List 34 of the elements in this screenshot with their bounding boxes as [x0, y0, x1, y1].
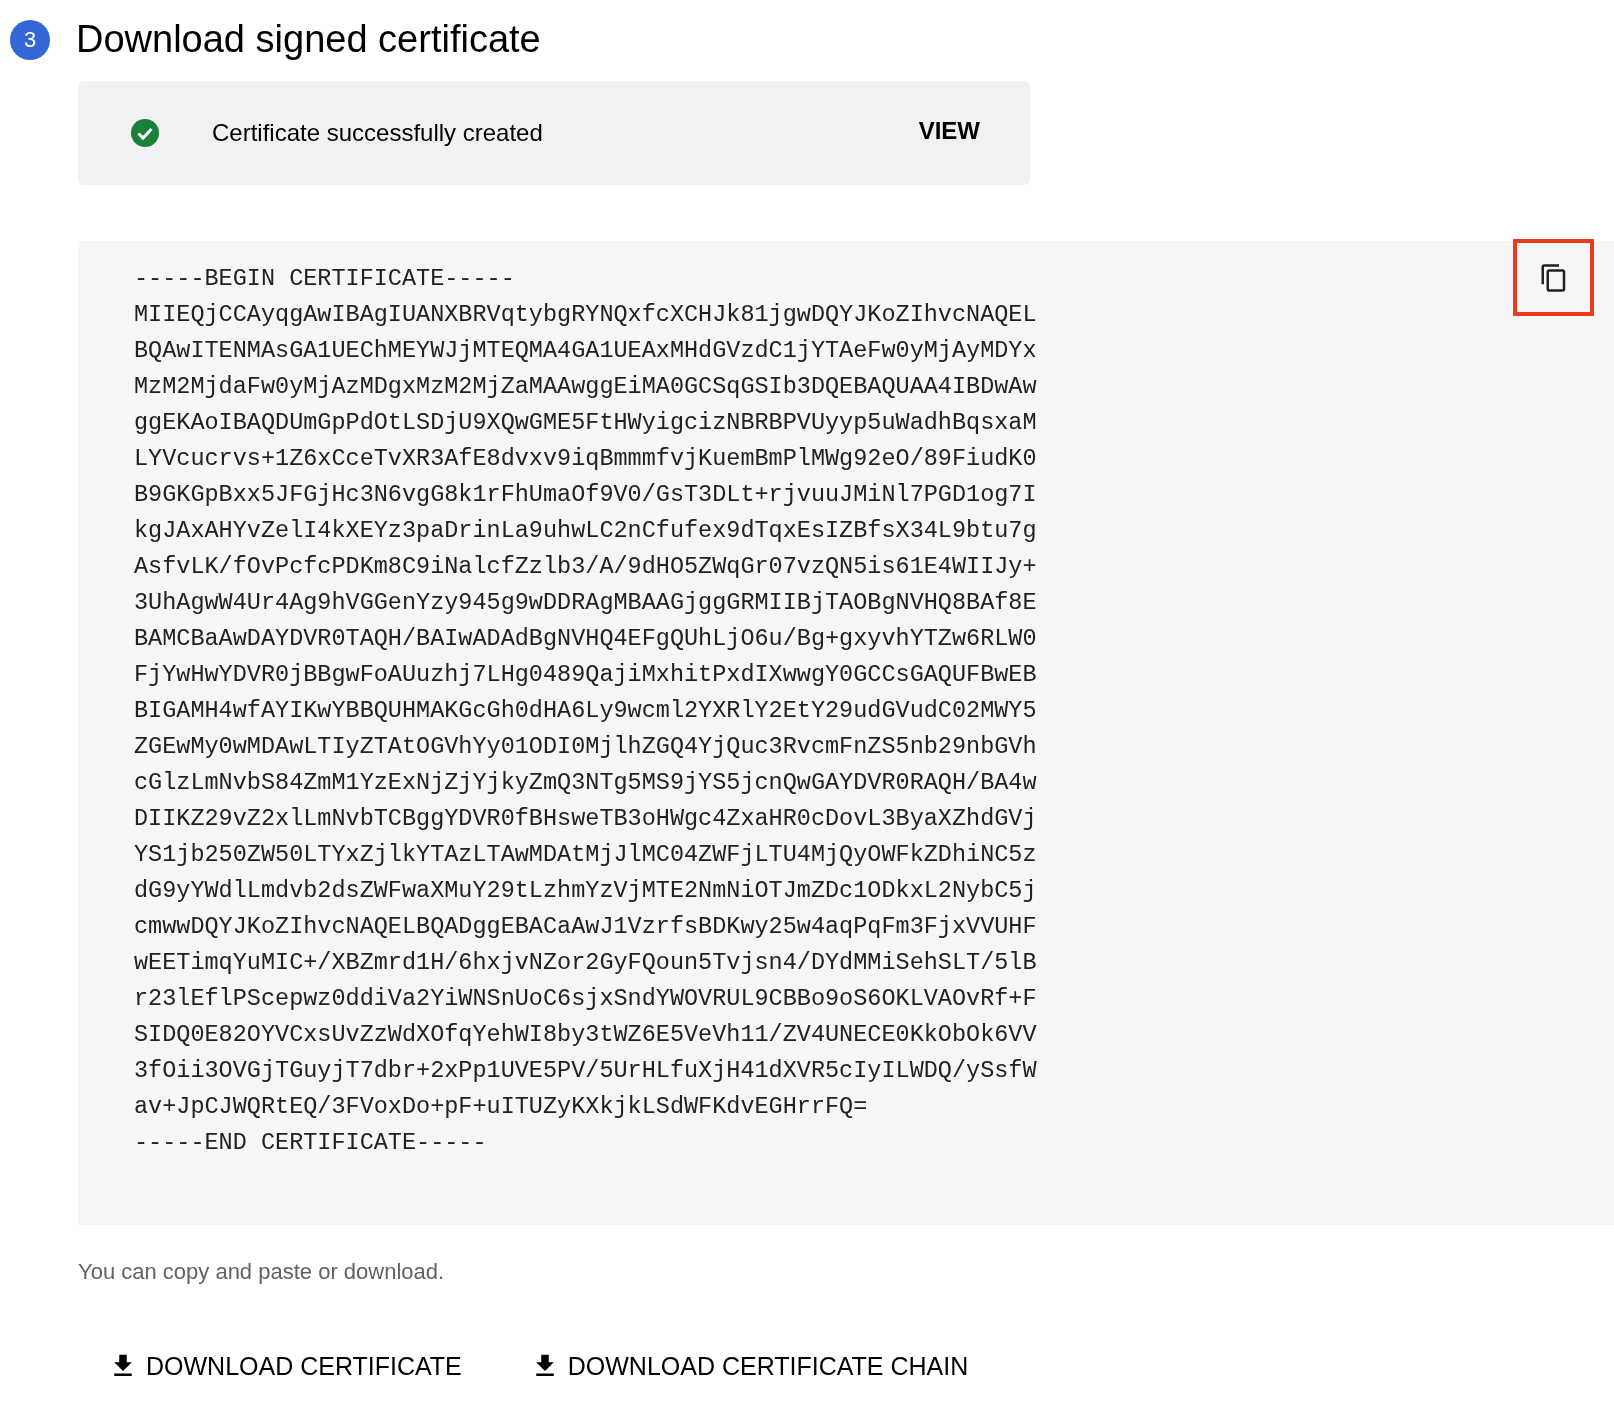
certificate-line: DIIKZ29vZ2xlLmNvbTCBggYDVR0fBHsweTB3oHWgc4ZxaHR0cDovL3ByaXZhdGVj — [134, 804, 1037, 834]
certificate-line: BQAwITENMAsGA1UEChMEYWJjMTEQMA4GA1UEAxMHdGVzdC1jYTAeFw0yMjAyMDYx — [134, 336, 1037, 366]
copy-button[interactable] — [1513, 239, 1594, 316]
certificate-line: 3UhAgwW4Ur4Ag9hVGGenYzy945g9wDDRAgMBAAGjggGRMIIBjTAOBgNVHQ8BAf8E — [134, 588, 1037, 618]
certificate-line: BIGAMH4wfAYIKwYBBQUHMAKGcGh0dHA6Ly9wcml2YXRlY2EtY29udGVudC02MWY5 — [134, 696, 1037, 726]
certificate-line: BAMCBaAwDAYDVR0TAQH/BAIwADAdBgNVHQ4EFgQUhLjO6u/Bg+gxyvhYTZw6RLW0 — [134, 624, 1037, 654]
certificate-line: ggEKAoIBAQDUmGpPdOtLSDjU9XQwGME5FtHWyigcizNBRBPVUyyp5uWadhBqsxaM — [134, 408, 1037, 438]
banner-message: Certificate successfully created — [212, 119, 544, 147]
hint-text: You can copy and paste or download. — [78, 1259, 446, 1285]
certificate-line: wEETimqYuMIC+/XBZmrd1H/6hxjvNZor2GyFQoun5Tvjsn4/DYdMMiSehSLT/5lB — [134, 948, 1037, 978]
check-icon — [131, 119, 159, 147]
certificate-line: 3fOii3OVGjTGuyjT7dbr+2xPp1UVE5PV/5UrHLfuXjH41dXVR5cIyILWDQ/ySsfW — [134, 1056, 1037, 1086]
certificate-line: dG9yYWdlLmdvb2dsZWFwaXMuY29tLzhmYzVjMTE2NmNiOTJmZDc1ODkxL2NybC5j — [134, 876, 1037, 906]
certificate-line: cGlzLmNvbS84ZmM1YzExNjZjYjkyZmQ3NTg5MS9jYS5jcnQwGAYDVR0RAQH/BA4w — [134, 768, 1037, 798]
certificate-line: YS1jb250ZW50LTYxZjlkYTAzLTAwMDAtMjJlMC04ZWFjLTU4MjQyOWFkZDhiNC5z — [134, 840, 1037, 870]
certificate-line: AsfvLK/fOvPcfcPDKm8C9iNalcfZzlb3/A/9dHO5ZWqGr07vzQN5is61E4WIIJy+ — [134, 552, 1037, 582]
certificate-line: MIIEQjCCAyqgAwIBAgIUANXBRVqtybgRYNQxfcXCHJk81jgwDQYJKoZIhvcNAQEL — [134, 300, 1037, 330]
download-button[interactable]: DOWNLOAD CERTIFICATE — [104, 1347, 466, 1385]
certificate-line: B9GKGpBxx5JFGjHc3N6vgG8k1rFhUmaOf9V0/GsT3DLt+rjvuuJMiNl7PGD1og7I — [134, 480, 1037, 510]
certificate-line: kgJAxAHYvZelI4kXEYz3paDrinLa9uhwLC2nCfufex9dTqxEsIZBfsX34L9btu7g — [134, 516, 1037, 546]
certificate-line: MzM2MjdaFw0yMjAzMDgxMzM2MjZaMAAwggEiMA0GCSqGSIb3DQEBAQUAA4IBDwAw — [134, 372, 1037, 402]
certificate-line: LYVcucrvs+1Z6xCceTvXR3AfE8dvxv9iqBmmmfvjKuemBmPlMWg92eO/89FiudK0 — [134, 444, 1037, 474]
certificate-line: SIDQ0E82OYVCxsUvZzWdXOfqYehWI8by3tWZ6E5VeVh11/ZV4UNECE0KkObOk6VV — [134, 1020, 1037, 1050]
certificate-line: ZGEwMy0wMDAwLTIyZTAtOGVhYy01ODI0MjlhZGQ4YjQuc3RvcmFnZS5nb29nbGVh — [134, 732, 1037, 762]
download-button[interactable]: DOWNLOAD CERTIFICATE CHAIN — [525, 1347, 973, 1385]
section-title: Download signed certificate — [76, 18, 541, 61]
certificate-line: -----END CERTIFICATE----- — [134, 1128, 487, 1158]
certificate-line: r23lEflPScepwz0ddiVa2YiWNSnUoC6sjxSndYWOVRUL9CBBo9oS6OKLVAOvRf+F — [134, 984, 1037, 1014]
view-button[interactable]: VIEW — [918, 113, 980, 149]
certificate-line: cmwwDQYJKoZIhvcNAQELBQADggEBACaAwJ1VzrfsBDKwy25w4aqPqFm3FjxVVUHF — [134, 912, 1037, 942]
certificate-line: -----BEGIN CERTIFICATE----- — [134, 264, 515, 294]
certificate-line: av+JpCJWQRtEQ/3FVoxDo+pF+uITUZyKXkjkLSdWFKdvEGHrrFQ= — [134, 1092, 868, 1122]
step-number: 3 — [10, 19, 50, 60]
certificate-line: FjYwHwYDVR0jBBgwFoAUuzhj7LHg0489QajiMxhitPxdIXwwgY0GCCsGAQUFBwEB — [134, 660, 1037, 690]
